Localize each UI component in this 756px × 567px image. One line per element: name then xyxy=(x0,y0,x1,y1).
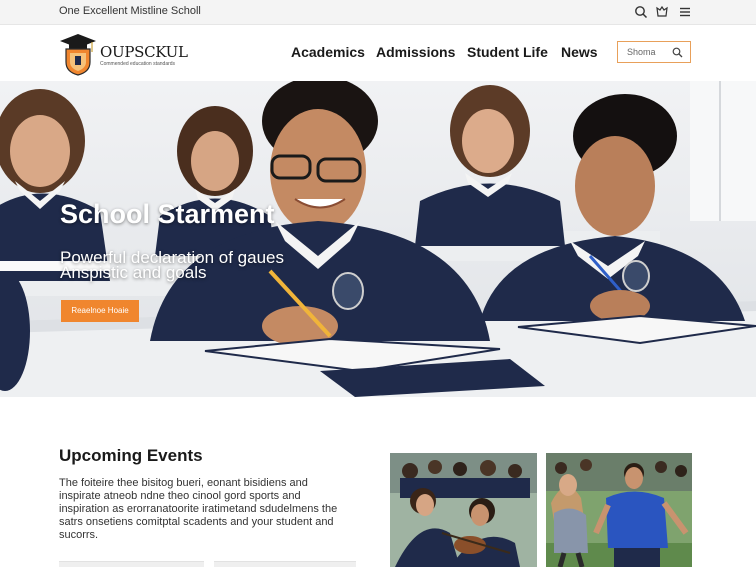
nav-academics[interactable]: Academics xyxy=(291,44,365,60)
logo-tagline: Commended education standards xyxy=(100,61,176,67)
hero-subtitle: Powerful declaration of gaues Anspistic … xyxy=(60,249,284,282)
nav-admissions[interactable]: Admissions xyxy=(376,44,455,60)
hero-cta-button[interactable]: Reaelnoe Hoaie xyxy=(61,300,139,322)
school-motto: One Excellent Mistline Scholl xyxy=(59,5,201,17)
search-placeholder: Shoma xyxy=(627,47,656,57)
logo-wordmark[interactable]: OUPSCKUL xyxy=(100,43,188,61)
event-card-1[interactable] xyxy=(59,561,204,567)
top-utility-bar: One Excellent Mistline Scholl xyxy=(0,0,756,25)
nav-news[interactable]: News xyxy=(561,44,598,60)
events-section-title: Upcoming Events xyxy=(59,446,203,465)
hero-banner: School Starment Powerful declaration of … xyxy=(0,81,756,397)
nav-student-life[interactable]: Student Life xyxy=(467,44,548,60)
event-photo-students-orchestra[interactable] xyxy=(390,453,537,567)
search-icon[interactable] xyxy=(672,47,683,58)
hero-subtitle-line-2: Anspistic and goals xyxy=(60,263,207,282)
event-photo-students-sports[interactable] xyxy=(546,453,692,567)
school-crest-logo[interactable] xyxy=(59,32,97,76)
classroom-students-photo xyxy=(0,81,756,397)
event-card-2[interactable] xyxy=(214,561,356,567)
search-input[interactable]: Shoma xyxy=(617,41,691,63)
menu-icon[interactable] xyxy=(678,5,692,19)
search-icon[interactable] xyxy=(634,5,648,19)
hero-title: School Starment xyxy=(60,199,275,229)
events-description: The foiteire thee bisitog bueri, eonant … xyxy=(59,477,338,541)
site-header: OUPSCKUL Commended education standards A… xyxy=(0,25,756,81)
user-icon[interactable] xyxy=(655,5,669,19)
